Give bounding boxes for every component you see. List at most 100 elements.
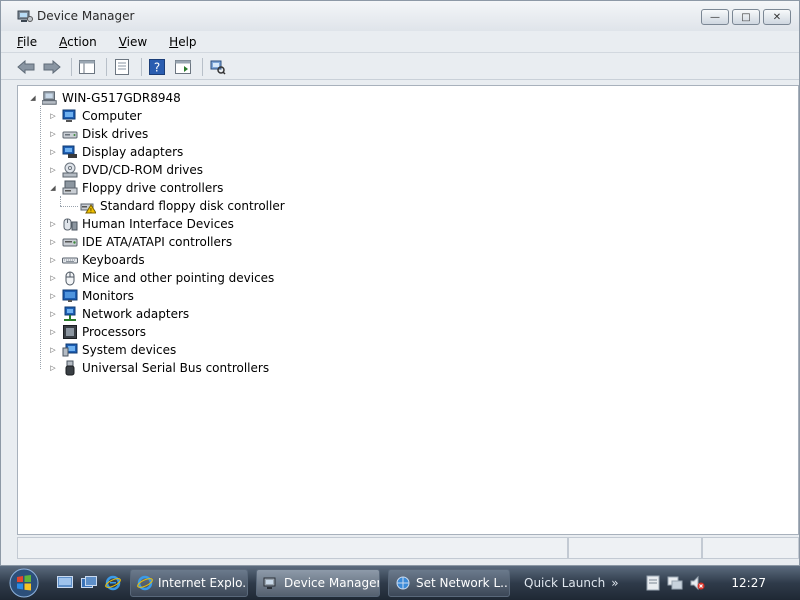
device-manager-app-icon: [17, 9, 33, 23]
disk-drive-icon: [62, 126, 78, 142]
action-pane-button[interactable]: [172, 57, 194, 77]
hid-icon: [62, 216, 78, 232]
toolbar-separator: [106, 57, 107, 76]
menu-view[interactable]: View: [111, 32, 155, 52]
tree-item-keyboards[interactable]: ▷ Keyboards: [48, 251, 144, 269]
minimize-button[interactable]: —: [701, 9, 729, 25]
start-button[interactable]: [4, 566, 44, 600]
taskbar-button-label: Set Network L...: [416, 576, 510, 590]
show-hide-console-tree-button[interactable]: [76, 57, 98, 77]
expand-arrow-icon[interactable]: ▷: [48, 273, 58, 283]
tree-item-display-adapters[interactable]: ▷ Display adapters: [48, 143, 183, 161]
action-center-icon[interactable]: [645, 575, 661, 591]
scan-hardware-icon: [210, 60, 226, 75]
collapse-arrow-icon[interactable]: ◢: [28, 93, 38, 103]
tree-item-floppy-drive-controllers[interactable]: ◢ Floppy drive controllers: [48, 179, 223, 197]
title-bar[interactable]: Device Manager — □ ✕: [1, 1, 799, 31]
device-tree[interactable]: ◢ WIN-G517GDR8948 ▷ Computer ▷ Disk driv…: [17, 85, 799, 535]
close-button[interactable]: ✕: [763, 9, 791, 25]
expand-arrow-icon[interactable]: ▷: [48, 363, 58, 373]
forward-button[interactable]: [41, 57, 63, 77]
expand-arrow-icon[interactable]: ▷: [48, 345, 58, 355]
expand-arrow-icon[interactable]: ▷: [48, 327, 58, 337]
tree-item-label: DVD/CD-ROM drives: [82, 163, 204, 177]
expand-arrow-icon[interactable]: ▷: [48, 291, 58, 301]
tree-root-label: WIN-G517GDR8948: [62, 91, 181, 105]
scan-hardware-changes-button[interactable]: [207, 57, 229, 77]
tree-item-universal-serial-bus-controllers[interactable]: ▷ Universal Serial Bus controllers: [48, 359, 269, 377]
device-manager-icon: [263, 575, 279, 591]
menu-file[interactable]: File: [9, 32, 45, 52]
tree-item-network-adapters[interactable]: ▷ Network adapters: [48, 305, 189, 323]
show-desktop-icon[interactable]: [56, 574, 74, 592]
expand-arrow-icon[interactable]: ▷: [48, 129, 58, 139]
clock[interactable]: 12:27: [731, 576, 766, 590]
tree-item-standard-floppy-disk-controller[interactable]: ! Standard floppy disk controller: [80, 197, 285, 215]
taskbar-button-set-network-location[interactable]: Set Network L...: [388, 569, 510, 597]
toolbar-chevron[interactable]: »: [611, 576, 618, 590]
tree-item-label: Floppy drive controllers: [82, 181, 224, 195]
tree-item-label: Display adapters: [82, 145, 184, 159]
expand-arrow-icon[interactable]: ▷: [48, 309, 58, 319]
status-bar: [17, 537, 799, 559]
usb-icon: [62, 360, 78, 376]
tree-item-processors[interactable]: ▷ Processors: [48, 323, 146, 341]
tree-item-ide-ata-atapi-controllers[interactable]: ▷ IDE ATA/ATAPI controllers: [48, 233, 232, 251]
svg-text:?: ?: [154, 60, 160, 74]
network-adapter-icon: [62, 306, 78, 322]
processor-icon: [62, 324, 78, 340]
collapse-arrow-icon[interactable]: ◢: [48, 183, 58, 193]
toolbar-separator: [71, 57, 72, 76]
action-pane-icon: [175, 59, 191, 74]
expand-arrow-icon[interactable]: ▷: [48, 219, 58, 229]
ide-controller-icon: [62, 234, 78, 250]
quick-launch-icons: [56, 574, 122, 592]
taskbar-button-label: Internet Explo...: [158, 576, 248, 590]
back-button[interactable]: [15, 57, 37, 77]
expand-arrow-icon[interactable]: ▷: [48, 111, 58, 121]
taskbar-button-internet-explorer[interactable]: Internet Explo...: [130, 569, 248, 597]
tree-item-mice-and-other-pointing-devices[interactable]: ▷ Mice and other pointing devices: [48, 269, 274, 287]
volume-muted-icon[interactable]: [689, 575, 705, 591]
help-button[interactable]: ?: [146, 57, 168, 77]
expand-arrow-icon[interactable]: ▷: [48, 147, 58, 157]
tree-root[interactable]: ◢ WIN-G517GDR8948: [28, 89, 181, 107]
network-icon: [395, 575, 411, 591]
menu-action[interactable]: Action: [51, 32, 105, 52]
windows-logo-icon: [9, 568, 39, 598]
taskbar-button-device-manager[interactable]: Device Manager: [256, 569, 380, 597]
internet-explorer-quicklaunch-icon[interactable]: [104, 574, 122, 592]
expand-arrow-icon[interactable]: ▷: [48, 237, 58, 247]
expand-arrow-icon[interactable]: ▷: [48, 165, 58, 175]
tree-item-monitors[interactable]: ▷ Monitors: [48, 287, 134, 305]
menu-help[interactable]: Help: [161, 32, 204, 52]
tree-item-human-interface-devices[interactable]: ▷ Human Interface Devices: [48, 215, 234, 233]
maximize-button[interactable]: □: [732, 9, 760, 25]
properties-icon: [115, 58, 129, 75]
tree-item-label: Network adapters: [82, 307, 190, 321]
menu-bar: File Action View Help: [1, 31, 799, 53]
tree-item-dvd-cd-rom-drives[interactable]: ▷ DVD/CD-ROM drives: [48, 161, 203, 179]
monitor-icon: [62, 288, 78, 304]
tree-item-computer[interactable]: ▷ Computer: [48, 107, 141, 125]
expand-arrow-icon[interactable]: ▷: [48, 255, 58, 265]
computer-root-icon: [42, 90, 58, 106]
properties-button[interactable]: [111, 57, 133, 77]
tree-item-system-devices[interactable]: ▷ System devices: [48, 341, 176, 359]
back-arrow-icon: [17, 59, 35, 74]
network-tray-icon[interactable]: [667, 575, 683, 591]
toolbar: ?: [1, 54, 799, 80]
toolbar-separator: [202, 57, 203, 76]
display-adapter-icon: [62, 144, 78, 160]
taskbar-button-label: Device Manager: [284, 576, 380, 590]
tree-item-label: Monitors: [82, 289, 134, 303]
window-controls: — □ ✕: [701, 9, 791, 25]
tree-item-label: Human Interface Devices: [82, 217, 234, 231]
tree-item-label: Standard floppy disk controller: [100, 199, 285, 213]
window-title: Device Manager: [37, 9, 135, 23]
system-devices-icon: [62, 342, 78, 358]
switch-windows-icon[interactable]: [80, 574, 98, 592]
keyboard-icon: [62, 252, 78, 268]
tree-item-disk-drives[interactable]: ▷ Disk drives: [48, 125, 148, 143]
quick-launch-toolbar-label[interactable]: Quick Launch: [524, 576, 605, 590]
